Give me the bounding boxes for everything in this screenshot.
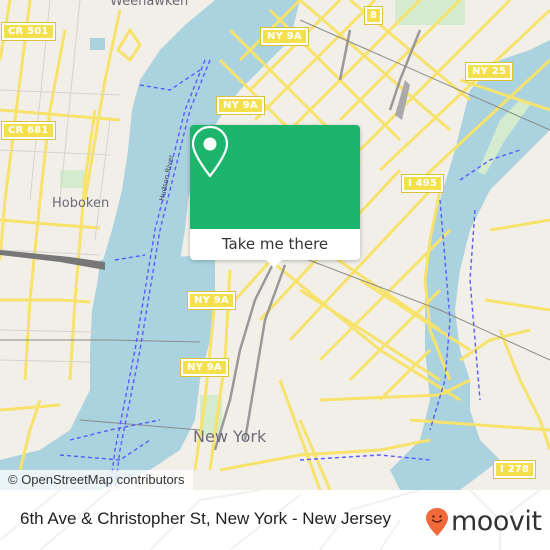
route-shield-8: 8: [363, 6, 384, 25]
take-me-there-button[interactable]: Take me there: [190, 229, 360, 260]
moovit-wordmark: moovit: [451, 506, 542, 537]
route-shield-ny9a-1: NY 9A: [260, 27, 309, 46]
stop-address: 6th Ave & Christopher St, New York - New…: [20, 509, 392, 528]
place-label-weehawken: Weehawken: [110, 0, 189, 9]
route-shield-i495: I 495: [400, 174, 445, 193]
route-shield-ny9a-2: NY 9A: [216, 96, 265, 115]
route-shield-cr501: CR 501: [1, 22, 56, 41]
footer: 6th Ave & Christopher St, New York - New…: [0, 490, 550, 550]
route-shield-cr681: CR 681: [1, 121, 56, 140]
route-shield-ny9a-4: NY 9A: [180, 358, 229, 377]
location-popup: Take me there: [190, 125, 360, 268]
route-shield-ny9a-3: NY 9A: [187, 291, 236, 310]
route-shield-i278: I 278: [492, 460, 537, 479]
moovit-logo[interactable]: moovit: [425, 505, 542, 539]
place-label-hoboken: Hoboken: [52, 196, 110, 211]
popup-pointer: [264, 258, 284, 268]
route-shield-ny25: NY 25: [464, 62, 514, 81]
moovit-smiley-pin-icon: [426, 508, 448, 536]
place-label-new-york: New York: [193, 427, 267, 446]
map-pin-icon: [191, 125, 229, 178]
popup-header: [190, 125, 360, 229]
map-attribution[interactable]: © OpenStreetMap contributors: [0, 470, 193, 490]
map[interactable]: Weehawken Hoboken New York Hudson River …: [0, 0, 550, 490]
